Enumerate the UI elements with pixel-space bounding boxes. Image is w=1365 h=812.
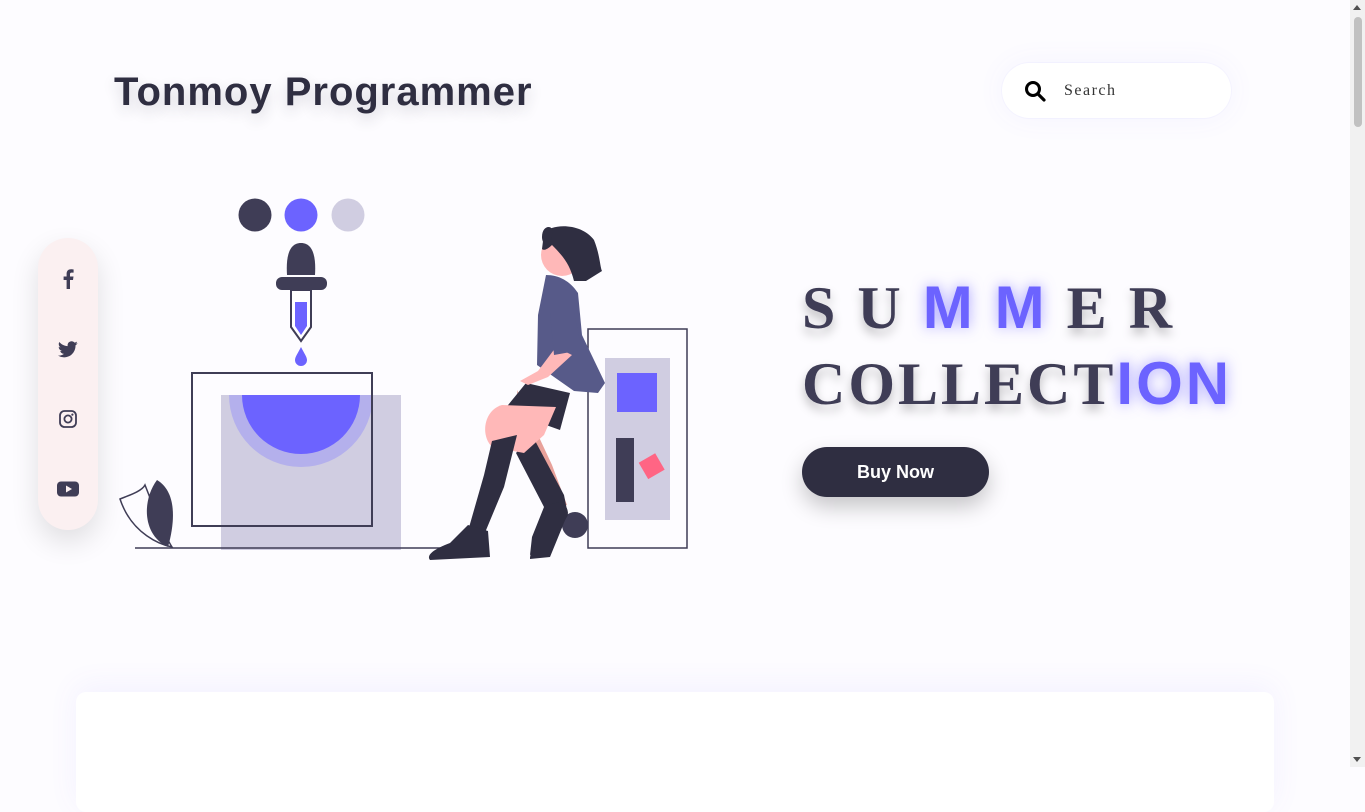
social-sidebar <box>38 238 98 530</box>
headline-line-2: COLLECTION <box>802 348 1232 420</box>
headline-accent-text: ION <box>1116 350 1233 417</box>
scroll-up-arrow-icon[interactable] <box>1353 5 1361 10</box>
twitter-link[interactable] <box>56 337 80 361</box>
search-box[interactable] <box>1002 63 1231 118</box>
site-title: Tonmoy Programmer <box>114 70 533 114</box>
scrollbar-thumb[interactable] <box>1354 17 1362 127</box>
headline-text: COLLECT <box>802 351 1117 417</box>
content-card <box>76 692 1274 812</box>
search-input[interactable] <box>1062 80 1216 101</box>
hero-headline: SUMMER COLLECTION <box>802 272 1232 420</box>
hero-illustration <box>119 198 688 560</box>
search-icon[interactable] <box>1024 80 1046 102</box>
instagram-link[interactable] <box>56 407 80 431</box>
twitter-icon <box>58 340 78 357</box>
instagram-icon <box>59 410 77 428</box>
facebook-icon <box>63 269 74 289</box>
youtube-icon <box>57 481 79 497</box>
headline-accent-text: MM <box>922 274 1067 341</box>
facebook-link[interactable] <box>56 267 80 291</box>
headline-text: SU <box>802 275 923 341</box>
vertical-scrollbar[interactable] <box>1350 0 1365 767</box>
youtube-link[interactable] <box>56 477 80 501</box>
scroll-down-arrow-icon[interactable] <box>1353 757 1361 762</box>
headline-text: ER <box>1066 275 1195 341</box>
headline-line-1: SUMMER <box>802 272 1232 344</box>
buy-now-button[interactable]: Buy Now <box>802 447 989 497</box>
